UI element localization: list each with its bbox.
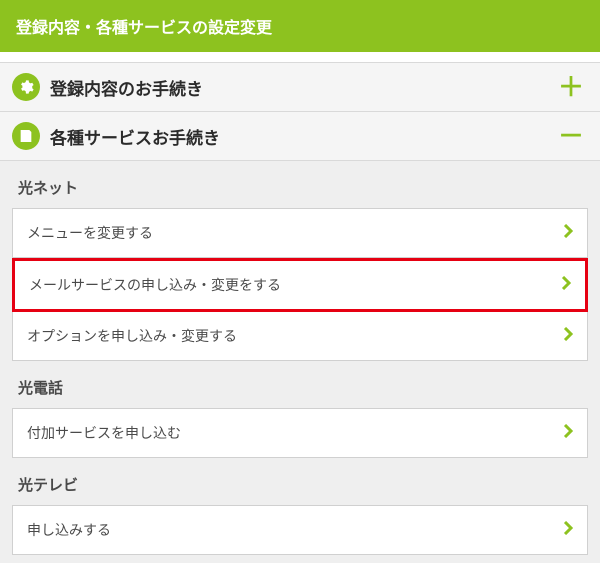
section-heading-hikari-tv: 光テレビ: [0, 458, 600, 505]
list-hikari-tv: 申し込みする: [0, 505, 600, 555]
list-item-option-change[interactable]: オプションを申し込み・変更する: [12, 311, 588, 361]
accordion-registration[interactable]: 登録内容のお手続き ＋: [0, 62, 600, 112]
list-hikari-phone: 付加サービスを申し込む: [0, 408, 600, 458]
chevron-right-icon: [563, 224, 573, 243]
list-item-label: 申し込みする: [27, 520, 563, 540]
plus-icon: ＋: [558, 74, 584, 100]
page-title: 登録内容・各種サービスの設定変更: [16, 20, 272, 37]
list-item-label: メールサービスの申し込み・変更をする: [29, 275, 561, 295]
list-item-mail-service[interactable]: メールサービスの申し込み・変更をする: [12, 258, 588, 312]
list-item-label: メニューを変更する: [27, 223, 563, 243]
list-item-apply[interactable]: 申し込みする: [12, 505, 588, 555]
list-hikari-net: メニューを変更する メールサービスの申し込み・変更をする オプションを申し込み・…: [0, 208, 600, 361]
accordion-label: 各種サービスお手続き: [50, 124, 558, 149]
list-item-additional-service[interactable]: 付加サービスを申し込む: [12, 408, 588, 458]
list-item-label: 付加サービスを申し込む: [27, 423, 563, 443]
services-content: 光ネット メニューを変更する メールサービスの申し込み・変更をする オプションを…: [0, 161, 600, 563]
spacer: [0, 52, 600, 62]
list-item-change-menu[interactable]: メニューを変更する: [12, 208, 588, 258]
chevron-right-icon: [561, 276, 571, 295]
minus-icon: －: [558, 123, 584, 149]
chevron-right-icon: [563, 424, 573, 443]
accordion-label: 登録内容のお手続き: [50, 75, 558, 100]
form-icon: [12, 122, 40, 150]
list-item-label: オプションを申し込み・変更する: [27, 326, 563, 346]
section-heading-hikari-phone: 光電話: [0, 361, 600, 408]
chevron-right-icon: [563, 327, 573, 346]
section-heading-hikari-net: 光ネット: [0, 161, 600, 208]
page-header: 登録内容・各種サービスの設定変更: [0, 0, 600, 52]
accordion-services[interactable]: 各種サービスお手続き －: [0, 112, 600, 161]
gear-icon: [12, 73, 40, 101]
chevron-right-icon: [563, 521, 573, 540]
